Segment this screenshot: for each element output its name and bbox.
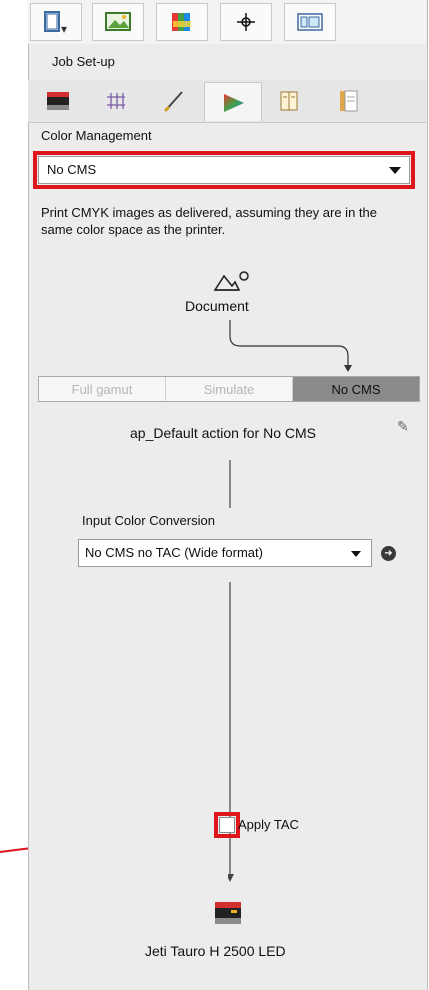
layout-icon[interactable] [284,3,336,41]
image-icon[interactable] [92,3,144,41]
highlight-box-checkbox [214,812,240,838]
mode-full-gamut[interactable]: Full gamut [39,377,166,401]
mode-no-cms[interactable]: No CMS [293,377,419,401]
tab-grid[interactable] [88,82,144,120]
color-triangle-icon [224,94,244,112]
apply-tac-label: Apply TAC [238,817,299,832]
color-management-label: Color Management [41,128,152,143]
grid-icon [107,93,125,109]
action-title: ap_Default action for No CMS [130,425,316,441]
mode-simulate[interactable]: Simulate [166,377,293,401]
input-color-conversion-value: No CMS no TAC (Wide format) [85,545,263,560]
top-toolbar: ▾ [28,0,426,44]
crosshair-icon[interactable] [220,3,272,41]
book-icon[interactable]: ▾ [30,3,82,41]
flow-line-upper [229,460,231,508]
document-source-icon [213,271,249,291]
highlight-box-select [33,151,415,189]
tab-brush[interactable] [146,82,202,120]
tab-color[interactable] [204,82,262,121]
book-pages-icon [280,91,298,111]
panel-header: Job Set-up [52,54,115,69]
document-icon [340,90,358,112]
flow-line-lower [228,582,234,882]
input-color-conversion-label: Input Color Conversion [82,513,215,528]
color-management-description: Print CMYK images as delivered, assuming… [41,205,377,237]
brush-icon [163,91,183,113]
tab-document[interactable] [320,82,376,120]
tab-book[interactable] [262,82,318,120]
printer-icon [47,92,69,110]
document-label: Document [185,298,249,314]
pencil-icon[interactable]: ✎ [397,418,409,435]
svg-text:▾: ▾ [61,22,67,35]
arrow-right-icon[interactable]: ➜ [381,546,396,561]
printer-label: Jeti Tauro H 2500 LED [145,943,286,959]
tab-printer[interactable] [30,82,86,120]
input-color-conversion-select[interactable]: No CMS no TAC (Wide format) [78,539,372,567]
color-swatches-icon[interactable] [156,3,208,41]
setup-tabs [28,80,426,123]
flow-connector-top [229,320,352,372]
gamut-mode-selector: Full gamut Simulate No CMS [38,376,420,402]
chevron-down-icon [351,551,361,557]
printer-icon [215,902,241,924]
